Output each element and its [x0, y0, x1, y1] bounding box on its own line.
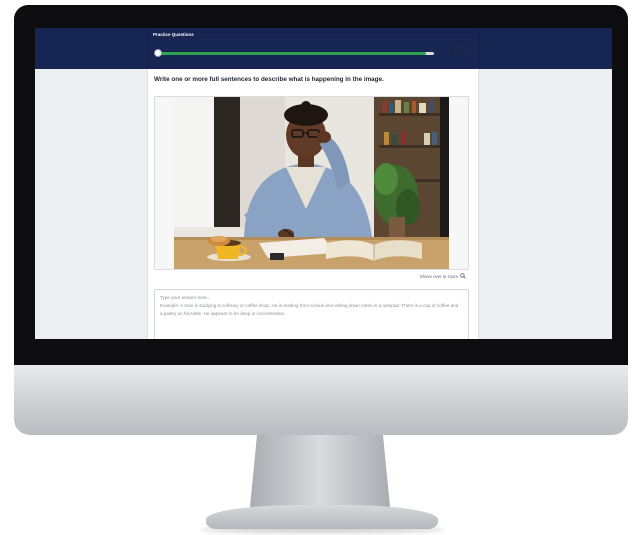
- question-photo[interactable]: [174, 97, 449, 269]
- answer-placeholder-line: Type your answer here...: [160, 295, 211, 300]
- answer-textarea[interactable]: Type your answer here... Example: A man …: [154, 289, 469, 339]
- screen: Practice Questions 1:30 Write one or mor…: [35, 28, 612, 339]
- card-header: Practice Questions 1:30: [148, 32, 478, 69]
- monitor-stand-neck: [250, 435, 390, 507]
- monitor-chin: [14, 365, 628, 435]
- card-body: Write one or more full sentences to desc…: [148, 69, 478, 339]
- page-title: Practice Questions: [153, 32, 194, 37]
- question-card: Practice Questions 1:30 Write one or mor…: [148, 32, 478, 339]
- answer-example-text: Example: A man is studying in a library …: [160, 303, 459, 316]
- monitor-stand-foot: [206, 505, 438, 529]
- zoom-hint: Shove over to zoom: [420, 273, 466, 279]
- answer-placeholder: Type your answer here... Example: A man …: [160, 294, 460, 318]
- progress-bar: [156, 52, 434, 55]
- progress-fill: [156, 52, 426, 55]
- zoom-hint-label: Shove over to zoom: [419, 273, 458, 279]
- progress-start-marker: [154, 49, 162, 57]
- question-prompt: Write one or more full sentences to desc…: [154, 76, 384, 83]
- question-image-frame[interactable]: [154, 96, 469, 270]
- magnifier-icon: [460, 273, 466, 279]
- countdown-timer: 1:30: [445, 45, 468, 57]
